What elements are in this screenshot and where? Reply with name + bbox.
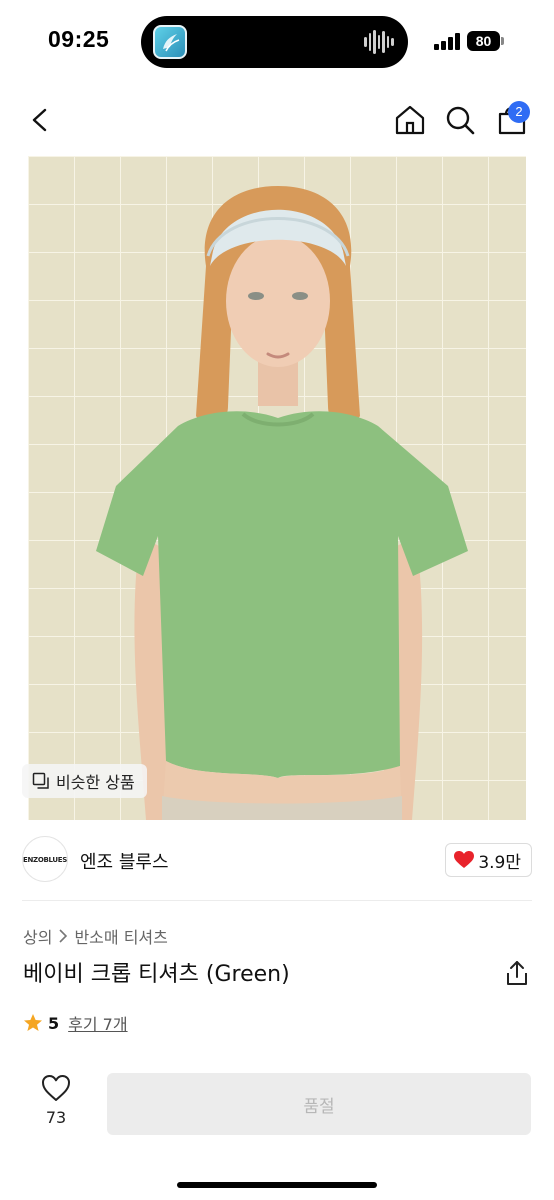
cellular-signal-icon [434, 32, 462, 50]
heart-outline-icon [42, 1075, 70, 1101]
rating-value: 5 [48, 1013, 60, 1033]
reviews-link[interactable]: 후기 7개 [68, 1011, 127, 1035]
wishlist-button[interactable]: 73 [36, 1074, 76, 1134]
brand-like-count: 3.9만 [478, 852, 521, 873]
home-icon[interactable] [392, 102, 428, 138]
share-icon[interactable] [505, 960, 529, 986]
chevron-right-icon [59, 929, 68, 943]
product-image[interactable] [28, 156, 526, 820]
similar-items-icon [32, 772, 49, 789]
divider [22, 900, 532, 901]
search-icon[interactable] [442, 102, 478, 138]
brand-logo[interactable]: ENZOBLUES [22, 836, 68, 882]
heart-icon [454, 851, 475, 868]
wishlist-count: 73 [45, 1108, 67, 1127]
audio-waveform-icon [364, 29, 395, 55]
breadcrumb: 상의 반소매 티셔츠 [23, 924, 168, 948]
brand-like-button[interactable]: 3.9만 [445, 843, 532, 877]
product-title: 베이비 크롭 티셔츠 (Green) [23, 962, 290, 987]
brand-row: ENZOBLUES 엔조 블루스 3.9만 [22, 836, 532, 884]
status-bar: 09:25 80 [0, 0, 554, 84]
battery-icon: 80 [467, 31, 504, 51]
sold-out-button[interactable]: 품절 [107, 1073, 531, 1135]
brand-name[interactable]: 엔조 블루스 [80, 848, 169, 874]
top-nav-bar [0, 96, 554, 146]
breadcrumb-category[interactable]: 상의 [23, 924, 52, 948]
status-time: 09:25 [48, 26, 110, 52]
home-indicator [177, 1182, 377, 1188]
cart-count-badge: 2 [508, 101, 530, 123]
battery-level: 80 [467, 31, 500, 51]
similar-items-button[interactable]: 비슷한 상품 [22, 764, 147, 798]
back-arrow-icon[interactable] [22, 102, 58, 138]
dynamic-island [141, 16, 408, 68]
similar-items-label: 비슷한 상품 [56, 773, 135, 792]
star-icon [24, 1014, 42, 1031]
rating-row: 5 후기 7개 [23, 1011, 128, 1035]
breadcrumb-subcategory[interactable]: 반소매 티셔츠 [74, 924, 167, 948]
now-playing-app-icon [153, 25, 187, 59]
